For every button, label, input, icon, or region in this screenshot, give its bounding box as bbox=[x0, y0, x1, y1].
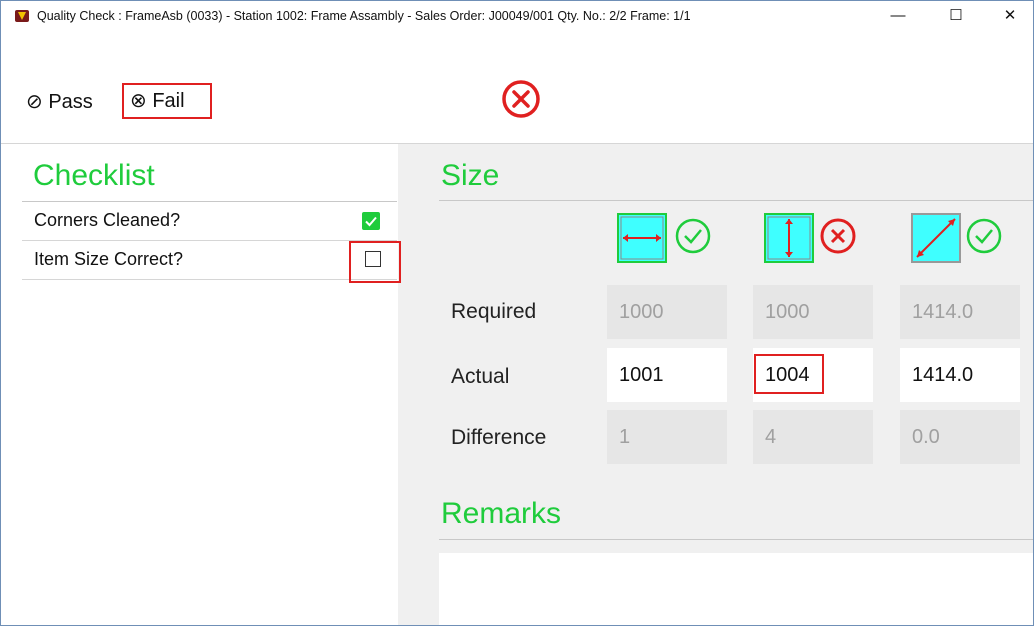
maximize-button[interactable]: ☐ bbox=[933, 3, 979, 31]
remarks-textarea[interactable] bbox=[439, 553, 1033, 625]
size-heading: Size bbox=[441, 159, 500, 192]
fail-x-icon bbox=[820, 218, 856, 254]
remarks-divider bbox=[439, 539, 1033, 540]
checklist-item-label: Item Size Correct? bbox=[34, 249, 184, 269]
required-label: Required bbox=[451, 300, 537, 323]
checklist-heading: Checklist bbox=[33, 159, 155, 192]
title-bar: Quality Check : FrameAsb (0033) - Statio… bbox=[1, 1, 1033, 31]
actual-diagonal-input[interactable]: 1414.0 bbox=[900, 348, 1020, 402]
quality-check-window: Quality Check : FrameAsb (0033) - Statio… bbox=[0, 0, 1034, 626]
difference-diagonal-field: 0.0 bbox=[900, 410, 1020, 464]
close-button[interactable]: ✕ bbox=[987, 3, 1033, 31]
app-logo-icon bbox=[15, 10, 29, 22]
difference-label: Difference bbox=[451, 426, 547, 449]
required-width-field: 1000 bbox=[607, 285, 727, 339]
difference-width-field: 1 bbox=[607, 410, 727, 464]
fail-button[interactable]: ⊗ Fail bbox=[122, 83, 212, 119]
checklist-item-label: Corners Cleaned? bbox=[34, 210, 181, 230]
minimize-button[interactable]: — bbox=[875, 3, 921, 31]
pass-button[interactable]: ⊘ Pass bbox=[26, 89, 93, 114]
diagonal-arrow-icon bbox=[911, 213, 961, 263]
width-arrow-icon bbox=[617, 213, 667, 263]
height-arrow-icon bbox=[764, 213, 814, 263]
pass-check-icon bbox=[966, 218, 1002, 254]
fail-status-icon bbox=[502, 80, 540, 118]
actual-height-highlight-marker bbox=[754, 354, 824, 394]
actual-width-input[interactable]: 1001 bbox=[607, 348, 727, 402]
checkbox-highlight-marker bbox=[349, 241, 401, 283]
checklist-item[interactable]: Item Size Correct? bbox=[22, 241, 397, 280]
actual-label: Actual bbox=[451, 365, 510, 388]
size-divider bbox=[439, 200, 1033, 201]
pass-check-icon bbox=[675, 218, 711, 254]
remarks-heading: Remarks bbox=[441, 497, 562, 530]
checkbox-checked[interactable] bbox=[362, 212, 380, 230]
window-title: Quality Check : FrameAsb (0033) - Statio… bbox=[37, 9, 691, 23]
difference-height-field: 4 bbox=[753, 410, 873, 464]
checklist-item[interactable]: Corners Cleaned? bbox=[22, 202, 397, 241]
required-height-field: 1000 bbox=[753, 285, 873, 339]
required-diagonal-field: 1414.0 bbox=[900, 285, 1020, 339]
